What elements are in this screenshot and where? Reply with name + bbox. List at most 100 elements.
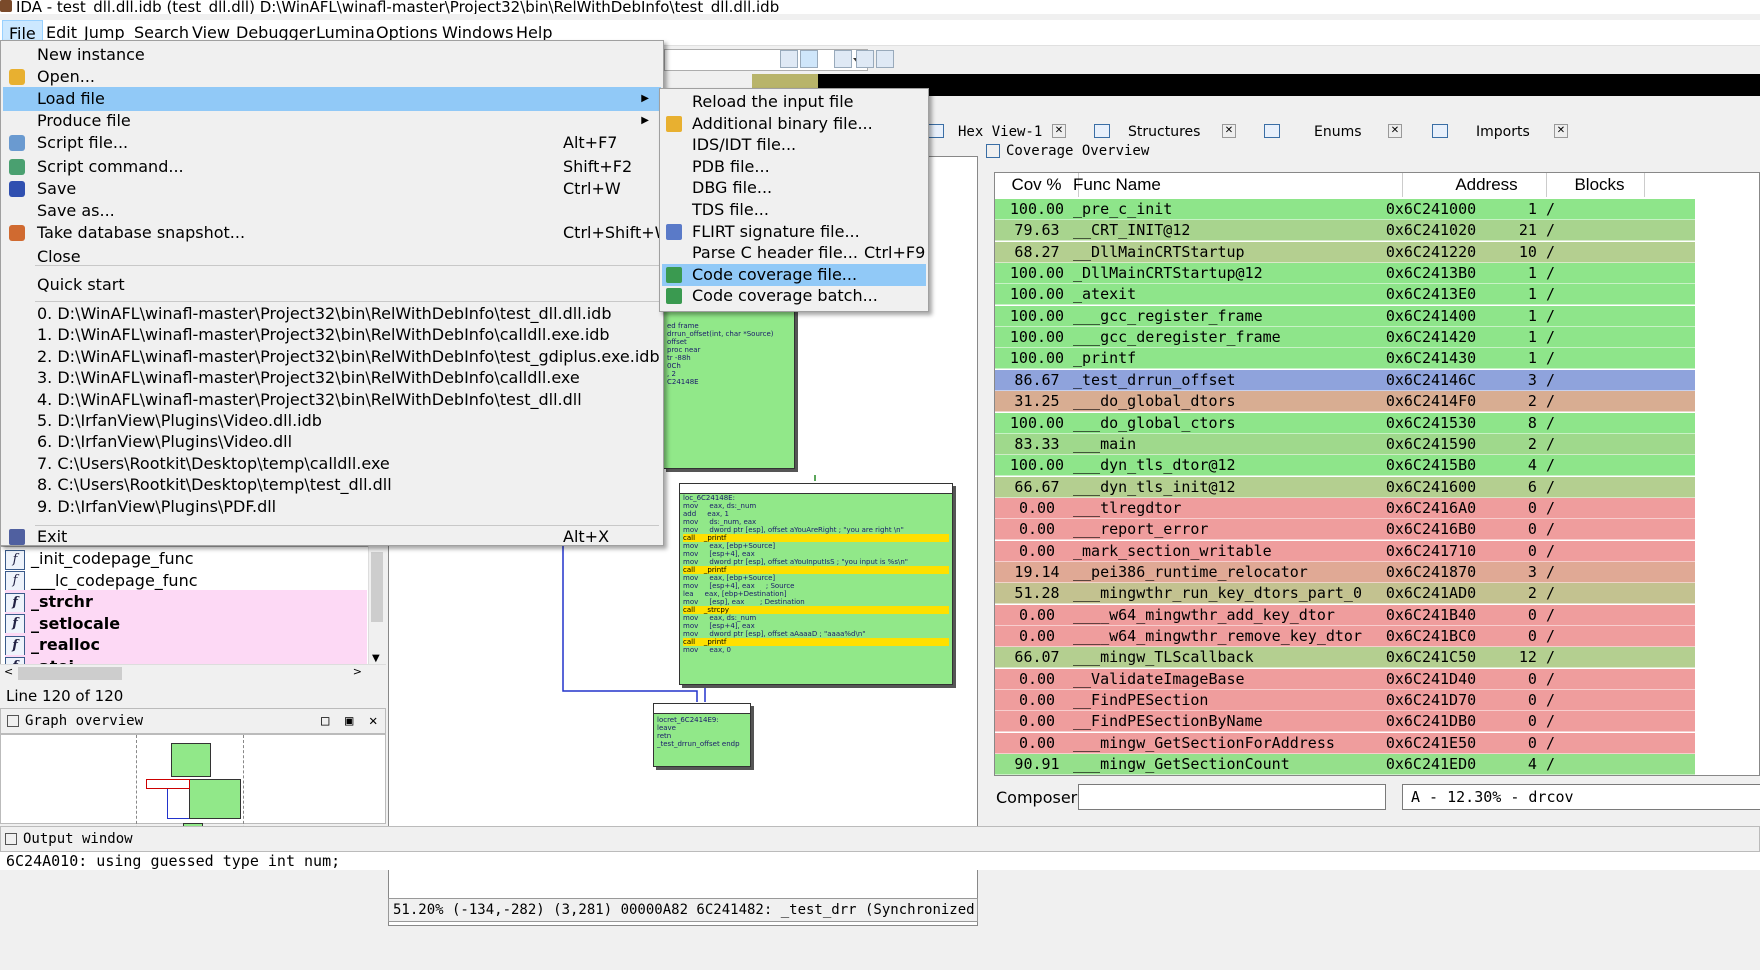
menu-item-new-instance[interactable]: New instance <box>3 43 661 67</box>
composer-input[interactable] <box>1078 784 1386 810</box>
close-icon[interactable]: ✕ <box>1052 124 1066 138</box>
column-header-func-name[interactable]: Func Name <box>1073 173 1403 197</box>
coverage-row[interactable]: 0.00 __FindPESection 0x6C241D70 0 / <box>995 690 1695 712</box>
menu-item-quick-start[interactable]: Quick start <box>3 273 661 297</box>
coverage-row[interactable]: 66.67 ___dyn_tls_init@12 0x6C241600 6 / <box>995 476 1695 498</box>
toolbar-button-2[interactable] <box>800 50 818 68</box>
coverage-row[interactable]: 100.00 ___do_global_ctors 0x6C241530 8 / <box>995 412 1695 434</box>
function-list-item[interactable]: f ___lc_codepage_func <box>5 569 367 592</box>
coverage-row[interactable]: 66.07 ___mingw_TLScallback 0x6C241C50 12 / <box>995 647 1695 669</box>
function-list-item[interactable]: f _realloc <box>5 633 367 656</box>
float-icon[interactable]: □ <box>321 709 329 733</box>
function-list-item[interactable]: f _strchr <box>5 590 367 613</box>
coverage-row[interactable]: 90.91 ___mingw_GetSectionCount 0x6C241ED0 4… <box>995 754 1695 775</box>
menu-item-save-shortcut: Ctrl+W <box>563 179 621 198</box>
submenu-item-dbg-file[interactable]: DBG file... <box>662 177 926 199</box>
submenu-item-code-coverage-batch[interactable]: Code coverage batch... <box>662 285 926 307</box>
coverage-row[interactable]: 0.00 ___mingw_GetSectionForAddress 0x6C241… <box>995 732 1695 754</box>
submenu-item-flirt-signature-file[interactable]: FLIRT signature file... <box>662 221 926 243</box>
coverage-func-name: __DllMainCRTStartup <box>1073 242 1245 261</box>
disasm-line: drrun_offset(int, char *Source) <box>667 330 774 338</box>
coverage-row[interactable]: 0.00 __FindPESectionByName 0x6C241DB0 0 / <box>995 711 1695 733</box>
function-list-item[interactable]: f _init_codepage_func <box>5 547 367 570</box>
close-icon[interactable]: ✕ <box>1388 124 1402 138</box>
recent-file-7[interactable]: 7. C:\Users\Rootkit\Desktop\temp\calldll… <box>3 453 661 474</box>
menu-item-take-database-snapshot[interactable]: Take database snapshot... Ctrl+Shift+W <box>3 221 670 245</box>
graph-overview[interactable] <box>0 734 386 839</box>
coverage-row[interactable]: 100.00 _pre_c_init 0x6C241000 1 / <box>995 199 1695 220</box>
coverage-row[interactable]: 0.00 ____w64_mingwthr_remove_key_dtor 0x6C… <box>995 626 1695 647</box>
coverage-row[interactable]: 0.00 _mark_section_writable 0x6C241710 0 / <box>995 540 1695 562</box>
coverage-row[interactable]: 31.25 ___do_global_dtors 0x6C2414F0 2 / <box>995 391 1695 413</box>
coverage-row[interactable]: 83.33 ___main 0x6C241590 2 / <box>995 433 1695 455</box>
coverage-row[interactable]: 19.14 __pei386_runtime_relocator 0x6C24187… <box>995 561 1695 583</box>
exit-icon <box>9 529 25 545</box>
coverage-percent: 100.00 <box>1009 285 1065 304</box>
menu-item-script-command[interactable]: Script command... Shift+F2 <box>3 155 661 179</box>
coverage-row[interactable]: 100.00 _printf 0x6C241430 1 / <box>995 348 1695 370</box>
graph-node-entry[interactable]: ed frame drrun_offset(int, char *Source) o… <box>663 309 795 469</box>
function-list-item[interactable]: f _setlocale <box>5 611 367 635</box>
coverage-row[interactable]: 100.00 ___dyn_tls_dtor@12 0x6C2415B0 4 / <box>995 455 1695 477</box>
coverage-table[interactable]: Cov % Func Name Address Blocks 100.00 _pre_c_… <box>994 172 1760 776</box>
toolbar-button-1[interactable] <box>780 50 798 68</box>
coverage-row[interactable]: 68.27 __DllMainCRTStartup 0x6C241220 10 / <box>995 241 1695 263</box>
coverage-blocks: 21 / <box>1518 221 1555 240</box>
menu-item-script-file[interactable]: Script file... Alt+F7 <box>3 131 661 155</box>
submenu-item-parse-c-header-file[interactable]: Parse C header file... Ctrl+F9 <box>662 242 926 264</box>
coverage-row[interactable]: 100.00 _DllMainCRTStartup@12 0x6C2413B0 1 / <box>995 263 1695 285</box>
submenu-item-pdb-file[interactable]: PDB file... <box>662 156 926 178</box>
coverage-row[interactable]: 100.00 ___gcc_register_frame 0x6C241400 1 / <box>995 305 1695 327</box>
recent-file-9[interactable]: 9. D:\IrfanView\Plugins\PDF.dll <box>3 496 661 517</box>
column-header-address[interactable]: Address <box>1427 173 1547 197</box>
coverage-row[interactable]: 79.63 __CRT_INIT@12 0x6C241020 21 / <box>995 220 1695 242</box>
coverage-row[interactable]: 86.67 _test_drrun_offset 0x6C24146C 3 / <box>995 369 1695 391</box>
menu-item-load-file[interactable]: Load file ▶ <box>3 87 661 111</box>
coverage-row[interactable]: 0.00 ____w64_mingwthr_add_key_dtor 0x6C241… <box>995 604 1695 626</box>
recent-file-8[interactable]: 8. C:\Users\Rootkit\Desktop\temp\test_dl… <box>3 474 661 495</box>
menu-item-open[interactable]: Open... <box>3 65 661 89</box>
graph-node-locret-6c2414e9[interactable]: locret_6C2414E9: leave retn _test_drrun_off… <box>653 703 751 767</box>
functions-vertical-scrollbar[interactable]: ▼ <box>368 546 386 664</box>
menu-item-produce-file[interactable]: Produce file ▶ <box>3 109 661 133</box>
submenu-item-ids-idt-file[interactable]: IDS/IDT file... <box>662 134 926 156</box>
close-icon[interactable]: ✕ <box>1222 124 1236 138</box>
submenu-item-tds-file[interactable]: TDS file... <box>662 199 926 221</box>
toolbar-button-3[interactable] <box>834 50 852 68</box>
coverage-row[interactable]: 0.00 ___report_error 0x6C2416B0 0 / <box>995 519 1695 541</box>
recent-file-5[interactable]: 5. D:\IrfanView\Plugins\Video.dll.idb <box>3 410 661 431</box>
menu-item-exit[interactable]: Exit Alt+X <box>3 525 661 549</box>
toolbar-button-4[interactable] <box>856 50 874 68</box>
functions-horizontal-scrollbar[interactable]: < > <box>0 664 386 682</box>
column-header-cov[interactable]: Cov % <box>995 173 1079 197</box>
toolbar-button-5[interactable] <box>876 50 894 68</box>
recent-file-0[interactable]: 0. D:\WinAFL\winafl-master\Project32\bin… <box>3 303 661 324</box>
menu-item-save[interactable]: Save Ctrl+W <box>3 177 661 201</box>
graph-node-loc-6c24148e[interactable]: loc_6C24148E: mov eax, ds:_num add eax, 1m… <box>679 483 953 685</box>
column-header-blocks[interactable]: Blocks <box>1555 173 1645 197</box>
coverage-row[interactable]: 100.00 ___gcc_deregister_frame 0x6C241420 1… <box>995 327 1695 349</box>
close-icon[interactable]: ✕ <box>369 709 377 733</box>
recent-file-3[interactable]: 3. D:\WinAFL\winafl-master\Project32\bin… <box>3 367 661 388</box>
coverage-row[interactable]: 0.00 __ValidateImageBase 0x6C241D40 0 / <box>995 668 1695 690</box>
restore-icon[interactable]: ▣ <box>345 709 353 733</box>
disasm-line: lea eax, [ebp+Destination] <box>683 590 787 598</box>
imports-icon <box>1432 124 1448 138</box>
submenu-item-code-coverage-file[interactable]: Code coverage file... <box>662 263 926 286</box>
composer-result-select[interactable]: A - 12.30% - drcov <box>1402 784 1760 810</box>
recent-file-6[interactable]: 6. D:\IrfanView\Plugins\Video.dll <box>3 431 661 452</box>
recent-file-1[interactable]: 1. D:\WinAFL\winafl-master\Project32\bin… <box>3 324 661 345</box>
disasm-line: C24148E <box>667 378 699 386</box>
coverage-row[interactable]: 51.28 ___mingwthr_run_key_dtors_part_0 0x6… <box>995 583 1695 605</box>
recent-file-2[interactable]: 2. D:\WinAFL\winafl-master\Project32\bin… <box>3 346 661 367</box>
coverage-address: 0x6C2413B0 <box>1385 264 1477 283</box>
coverage-row[interactable]: 100.00 _atexit 0x6C2413E0 1 / <box>995 284 1695 306</box>
recent-file-4[interactable]: 4. D:\WinAFL\winafl-master\Project32\bin… <box>3 389 661 410</box>
coverage-func-name: ___mingw_TLScallback <box>1073 648 1254 667</box>
submenu-item-reload-the-input-file[interactable]: Reload the input file <box>662 91 926 113</box>
submenu-item-additional-binary-file[interactable]: Additional binary file... <box>662 113 926 135</box>
close-icon[interactable]: ✕ <box>1554 124 1568 138</box>
coverage-blocks: 2 / <box>1527 434 1555 453</box>
coverage-row[interactable]: 0.00 ___tlregdtor 0x6C2416A0 0 / <box>995 497 1695 519</box>
menu-item-save-as[interactable]: Save as... <box>3 199 661 223</box>
